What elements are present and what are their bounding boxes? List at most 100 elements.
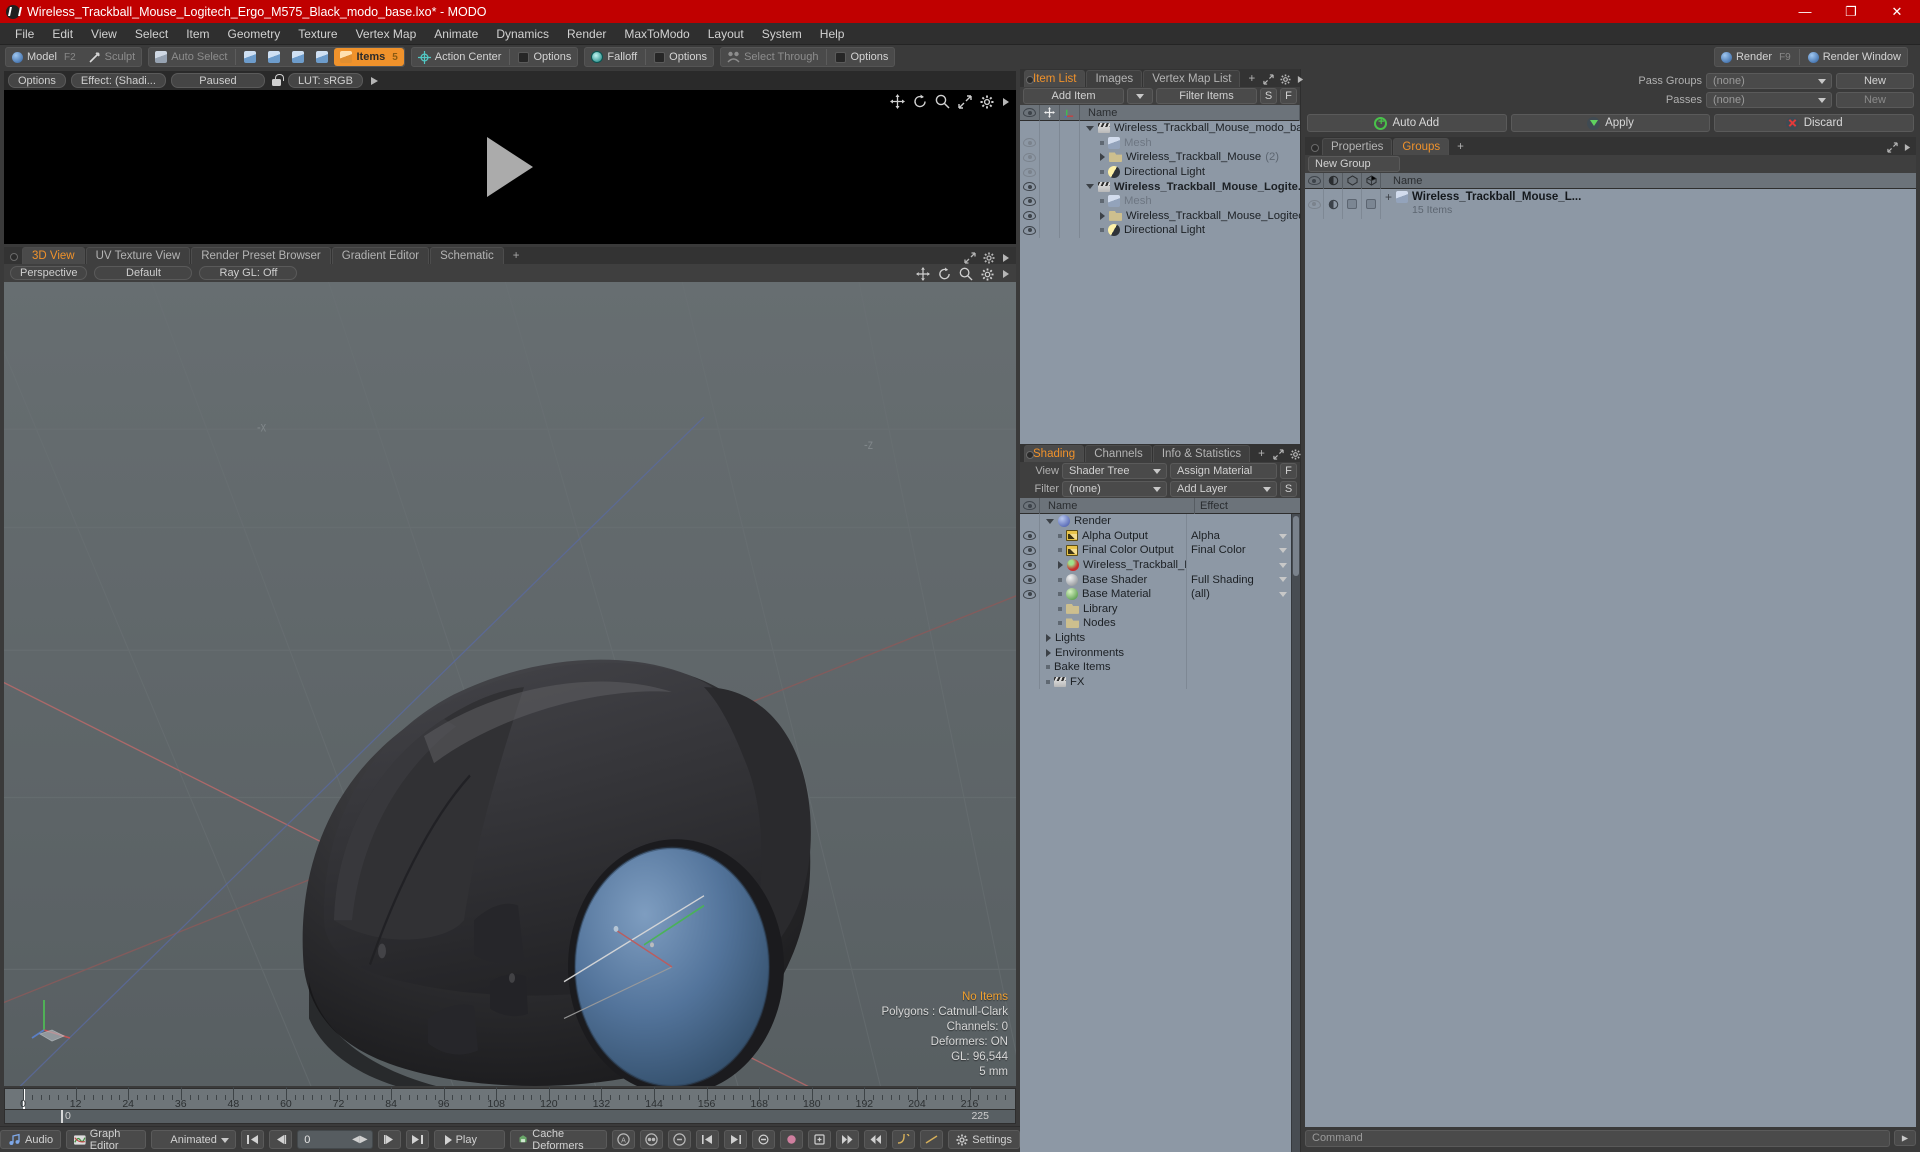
command-input[interactable]: Command <box>1305 1129 1890 1147</box>
item-list-f-button[interactable]: F <box>1280 88 1297 104</box>
menu-item-maxtomodo[interactable]: MaxToModo <box>615 24 698 44</box>
menu-item-select[interactable]: Select <box>126 24 177 44</box>
checkbox-icon-2[interactable] <box>1366 199 1376 209</box>
shader-visibility-toggle[interactable] <box>1020 514 1040 529</box>
item-list-gear-icon[interactable] <box>1280 74 1291 85</box>
shading-f-button[interactable]: F <box>1280 463 1297 479</box>
item-name-cell[interactable]: Wireless_Trackball_Mouse_modo_base.l ... <box>1080 122 1300 134</box>
key-set-button[interactable] <box>808 1130 832 1149</box>
menu-item-file[interactable]: File <box>6 24 43 44</box>
viewport-more-icon[interactable] <box>1002 269 1010 279</box>
shader-name-cell[interactable]: Render <box>1040 515 1186 528</box>
new-group-button[interactable]: New Group <box>1308 156 1400 172</box>
render-effect-dropdown[interactable]: Effect: (Shadi... <box>70 73 166 88</box>
group-shading-toggle[interactable] <box>1324 189 1343 219</box>
item-transform-cell[interactable] <box>1060 135 1080 151</box>
viewport-shading-style-dropdown[interactable]: Default <box>94 266 193 280</box>
item-lock-cell[interactable] <box>1040 179 1060 194</box>
groups-row[interactable]: + Wireless_Trackball_Mouse_L... 15 Items <box>1305 189 1916 219</box>
select-through-button[interactable]: Select Through <box>721 48 824 66</box>
groups-col-visibility[interactable] <box>1305 172 1324 189</box>
add-item-dropdown[interactable] <box>1127 88 1153 104</box>
edges-mode-button[interactable] <box>262 48 286 66</box>
shader-tree-row[interactable]: Base Material (all) <box>1020 586 1291 602</box>
menu-item-animate[interactable]: Animate <box>425 24 487 44</box>
menu-item-texture[interactable]: Texture <box>289 24 346 44</box>
pass-groups-new-button[interactable]: New <box>1836 73 1914 89</box>
passes-dropdown[interactable]: (none) <box>1706 92 1832 108</box>
key-delete-button[interactable] <box>752 1130 776 1149</box>
tab-properties[interactable]: Properties <box>1322 138 1393 155</box>
tab-schematic[interactable]: Schematic <box>430 247 504 264</box>
shader-tree-row[interactable]: Render <box>1020 514 1291 529</box>
shading-s-button[interactable]: S <box>1280 481 1297 497</box>
viewport-raygl-dropdown[interactable]: Ray GL: Off <box>199 266 298 280</box>
item-lock-cell[interactable] <box>1040 150 1060 165</box>
shader-effect-cell[interactable] <box>1186 616 1291 631</box>
shader-name-cell[interactable]: Alpha Output <box>1040 530 1186 542</box>
eye-icon[interactable] <box>1307 199 1321 209</box>
render-panel-menu-icon[interactable] <box>1002 97 1010 107</box>
shader-tree-row[interactable]: Lights <box>1020 630 1291 646</box>
key-rev-button[interactable] <box>864 1130 888 1149</box>
render-play-icon[interactable] <box>487 137 533 197</box>
shader-visibility-toggle[interactable] <box>1020 659 1040 675</box>
materials-mode-button[interactable] <box>310 48 334 66</box>
go-to-end-button[interactable] <box>405 1130 429 1149</box>
menu-item-dynamics[interactable]: Dynamics <box>487 24 558 44</box>
audio-button[interactable]: Audio <box>0 1130 62 1149</box>
shader-name-cell[interactable]: FX <box>1040 676 1186 688</box>
chevron-down-icon-effect[interactable] <box>1279 533 1287 539</box>
item-lock-cell[interactable] <box>1040 164 1060 180</box>
shader-name-cell[interactable]: Library <box>1040 603 1186 615</box>
maximize-button[interactable]: ❐ <box>1828 0 1874 23</box>
menu-item-vertex-map[interactable]: Vertex Map <box>347 24 426 44</box>
groups-maximize-icon[interactable] <box>1887 142 1898 153</box>
item-name-cell[interactable]: Directional Light <box>1080 166 1205 179</box>
twisty-collapsed-icon[interactable] <box>1100 153 1105 162</box>
render-options-button[interactable]: Options <box>8 73 66 88</box>
twisty-expanded-icon[interactable] <box>1046 518 1054 524</box>
shader-tree-scroll-thumb[interactable] <box>1293 516 1299 576</box>
shader-visibility-toggle[interactable] <box>1020 674 1040 690</box>
key-next-button[interactable] <box>724 1130 748 1149</box>
shader-visibility-toggle[interactable] <box>1020 557 1040 573</box>
item-list-row[interactable]: Mesh <box>1020 193 1300 209</box>
tab-gradient-editor[interactable]: Gradient Editor <box>331 247 430 264</box>
item-lock-cell[interactable] <box>1040 135 1060 151</box>
twisty-collapsed-icon[interactable] <box>1046 648 1051 657</box>
tab-vertex-map-list[interactable]: Vertex Map List <box>1143 70 1241 87</box>
animation-mode-dropdown[interactable]: Animated <box>151 1130 237 1149</box>
groups-col-render[interactable] <box>1362 172 1381 189</box>
twisty-collapsed-icon[interactable] <box>1058 561 1063 570</box>
shader-name-cell[interactable]: Base Shader <box>1040 573 1186 586</box>
close-button[interactable]: ✕ <box>1874 0 1920 23</box>
menu-item-layout[interactable]: Layout <box>699 24 753 44</box>
playback-opt-3[interactable] <box>668 1130 692 1149</box>
item-visibility-toggle[interactable] <box>1020 179 1040 194</box>
zoom-icon[interactable] <box>935 94 950 109</box>
item-list-row[interactable]: Directional Light <box>1020 164 1300 180</box>
range-start-handle[interactable] <box>61 1110 63 1123</box>
groups-menu-icon[interactable] <box>1904 143 1911 152</box>
eye-icon[interactable] <box>1023 531 1036 541</box>
shader-tree-row[interactable]: Library <box>1020 601 1291 617</box>
shader-effect-cell[interactable]: (all) <box>1186 586 1291 602</box>
3d-viewport[interactable]: -x -z No Items Polygons: Catmull-Clark … <box>4 282 1016 1086</box>
shader-tree-scrollbar[interactable] <box>1291 514 1300 1152</box>
item-list-row[interactable]: Wireless_Trackball_Mouse_modo_base.l ... <box>1020 121 1300 136</box>
item-list-row[interactable]: Directional Light <box>1020 223 1300 238</box>
add-layer-dropdown[interactable]: Add Layer <box>1170 481 1277 497</box>
item-lock-cell[interactable] <box>1040 121 1060 136</box>
eye-icon[interactable] <box>1023 152 1036 162</box>
item-name-cell[interactable]: Wireless_Trackball_Mouse (2) <box>1080 151 1279 163</box>
render-preview-more-icon[interactable] <box>370 76 379 86</box>
item-list-row[interactable]: Wireless_Trackball_Mouse_Logite... <box>1020 179 1300 194</box>
shader-visibility-toggle[interactable] <box>1020 572 1040 587</box>
playback-opt-2[interactable] <box>640 1130 664 1149</box>
item-transform-cell[interactable] <box>1060 223 1080 238</box>
shader-visibility-toggle[interactable] <box>1020 543 1040 558</box>
menu-item-view[interactable]: View <box>82 24 126 44</box>
render-preview-viewport[interactable] <box>4 90 1016 244</box>
item-transform-cell[interactable] <box>1060 164 1080 180</box>
